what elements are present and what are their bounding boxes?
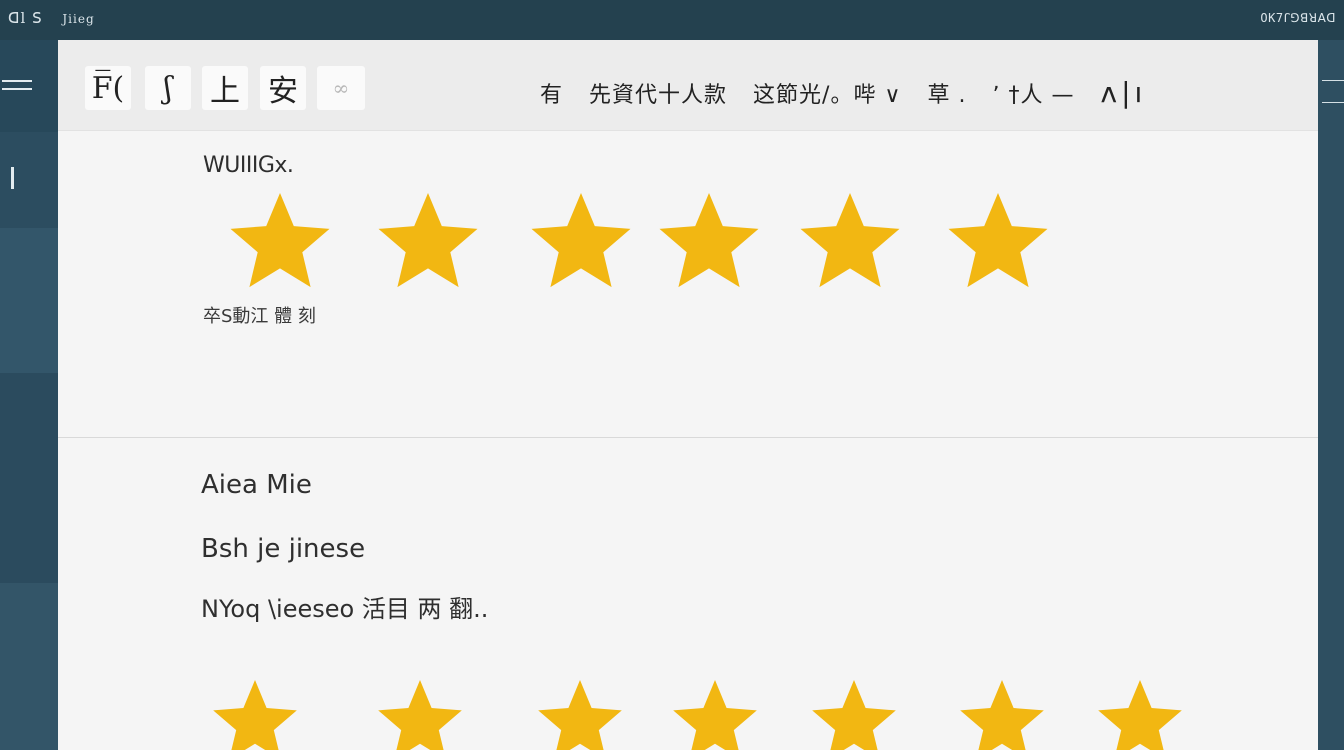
star-icon[interactable] [531, 672, 629, 750]
star-icon[interactable] [371, 185, 485, 299]
star-icon[interactable] [953, 672, 1051, 750]
rating-section-label: WUIIIGx. [203, 153, 294, 178]
star-icon[interactable] [223, 185, 337, 299]
format-tool-button[interactable]: F̅( [85, 66, 131, 110]
rating-stars[interactable] [58, 185, 1318, 295]
system-status-bar: ꓷl ꓢ Jiieg OK7ꓩꓨꓭꓤꓮꓷ [0, 0, 1344, 40]
text-icon: 上 [210, 74, 240, 109]
link-icon: ʃ [163, 70, 173, 106]
star-icon[interactable] [652, 185, 766, 299]
star-icon[interactable] [371, 672, 469, 750]
style-icon: 安 [268, 74, 298, 109]
rail-segment[interactable] [0, 132, 58, 228]
star-icon[interactable] [206, 672, 304, 750]
star-icon[interactable] [666, 672, 764, 750]
section-divider [58, 437, 1318, 438]
more-tool-button[interactable]: ∞ [317, 66, 365, 110]
style-tool-button[interactable]: 安 [260, 66, 306, 110]
rating-caption: 卒S動江 體 刻 [203, 306, 316, 327]
rail-segment[interactable] [0, 228, 58, 373]
review-author: Aiea Mie [201, 470, 312, 500]
nav-item[interactable]: 先資代十人款 [589, 77, 727, 109]
edge-line [1322, 80, 1344, 81]
star-icon[interactable] [793, 185, 907, 299]
nav-item[interactable]: 有 [540, 77, 563, 109]
nav-item-last[interactable]: ʌ|ı [1101, 76, 1147, 109]
star-icon[interactable] [1091, 672, 1189, 750]
right-edge-strip [1318, 40, 1344, 750]
format-icon: F̅( [91, 70, 125, 106]
panel-header: F̅( ʃ 上 安 ∞ 有 先資代十人款 这節光/。哔 ∨ 草 . ʼ †人 —… [58, 40, 1318, 131]
review-body: NYoq \ieeseo 活目 两 翻.. [201, 595, 489, 623]
main-panel: F̅( ʃ 上 安 ∞ 有 先資代十人款 这節光/。哔 ∨ 草 . ʼ †人 —… [58, 40, 1318, 750]
status-left-sub: Jiieg [62, 12, 95, 26]
status-left-text: ꓷl ꓢ [8, 9, 43, 27]
text-tool-button[interactable]: 上 [202, 66, 248, 110]
star-icon[interactable] [805, 672, 903, 750]
rail-segment[interactable] [0, 583, 58, 750]
status-right-text: OK7ꓩꓨꓭꓤꓮꓷ [1260, 11, 1336, 25]
status-left: ꓷl ꓢ Jiieg [8, 9, 95, 27]
star-icon[interactable] [524, 185, 638, 299]
link-tool-button[interactable]: ʃ [145, 66, 191, 110]
nav-item[interactable]: 草 . [928, 77, 967, 109]
more-icon: ∞ [332, 76, 350, 100]
header-nav: 有 先資代十人款 这節光/。哔 ∨ 草 . ʼ †人 — ʌ|ı [540, 76, 1146, 109]
review-title: Bsh je jinese [201, 534, 366, 564]
nav-item[interactable]: 这節光/。哔 ∨ [753, 77, 902, 109]
star-icon[interactable] [941, 185, 1055, 299]
review-stars[interactable] [58, 672, 1318, 750]
app-window: ꓷl ꓢ Jiieg OK7ꓩꓨꓭꓤꓮꓷ F̅( ʃ 上 安 ∞ 有 先資代十人… [0, 0, 1344, 750]
menu-icon[interactable] [2, 80, 32, 94]
rail-active-marker [11, 167, 14, 189]
rail-segment[interactable] [0, 373, 58, 583]
edge-line [1322, 102, 1344, 103]
left-rail [0, 40, 58, 750]
nav-item[interactable]: ʼ †人 — [993, 77, 1075, 109]
